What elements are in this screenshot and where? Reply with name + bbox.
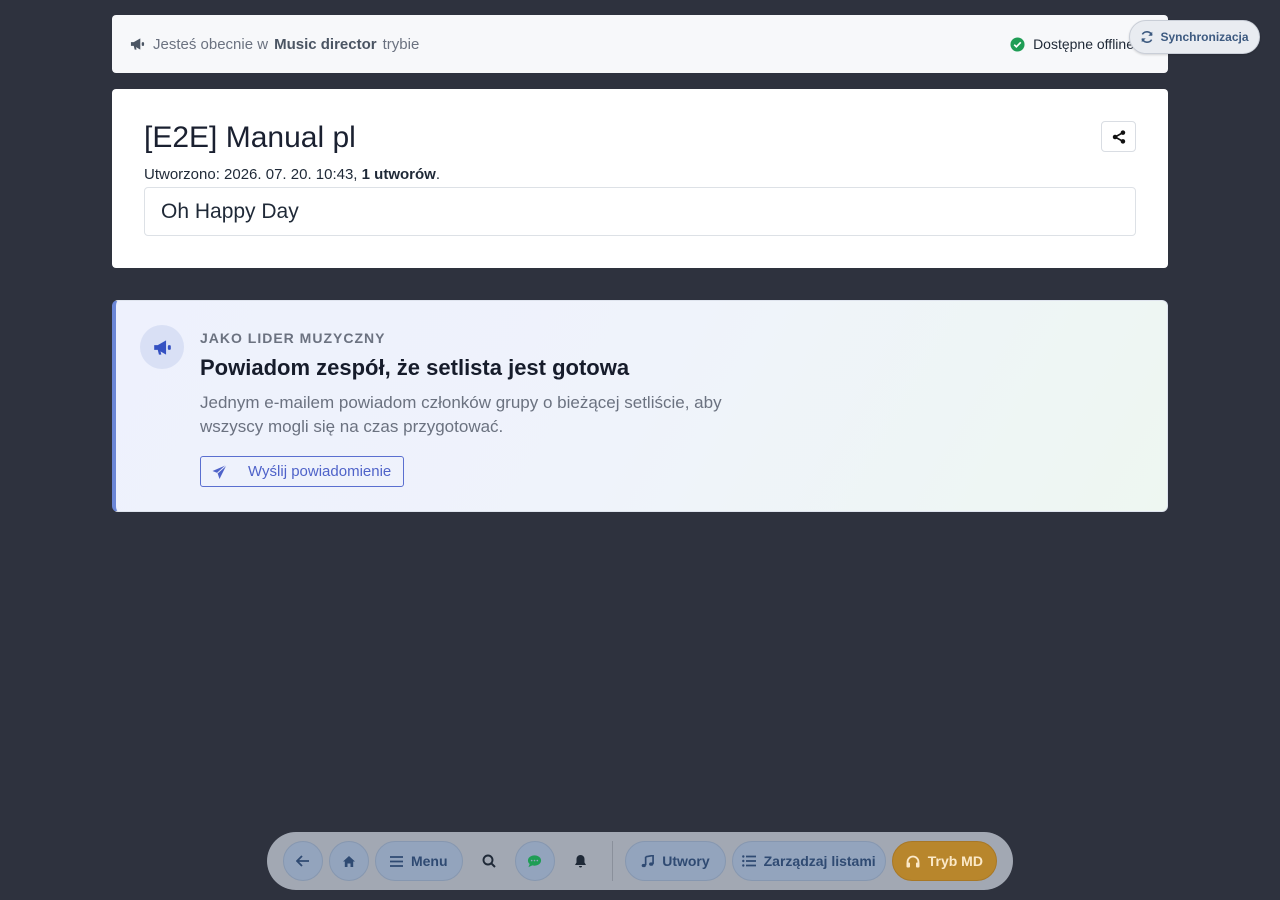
sync-label: Synchronizacja [1160,30,1249,44]
songs-label: Utwory [662,853,710,869]
setlist-meta: Utworzono: 2026. 07. 20. 10:43, 1 utworó… [144,166,1136,183]
list-icon [741,855,756,867]
song-count: 1 utworów [361,166,436,183]
megaphone-icon [130,37,145,51]
sync-button[interactable]: Synchronizacja [1129,20,1260,54]
home-icon [342,855,356,868]
songs-button[interactable]: Utwory [625,841,726,881]
mode-prefix: Jesteś obecnie w [153,35,269,53]
created-date: Utworzono: 2026. 07. 20. 10:43, [144,166,358,183]
send-notification-button[interactable]: Wyślij powiadomienie [200,456,404,487]
share-icon [1112,129,1126,144]
hamburger-icon [389,855,403,867]
check-circle-icon [1010,36,1025,52]
share-button[interactable] [1101,121,1136,152]
notifications-button[interactable] [561,841,601,881]
bell-icon [574,854,587,868]
notify-eyebrow: JAKO LIDER MUZYCZNY [200,330,386,346]
md-mode-label: Tryb MD [927,853,983,869]
manage-lists-button[interactable]: Zarządzaj listami [731,841,886,881]
list-item[interactable]: Oh Happy Day [144,187,1136,236]
paper-plane-icon [211,464,228,480]
music-note-icon [641,854,655,868]
song-count-suffix: . [435,166,440,183]
back-button[interactable] [283,841,323,881]
mode-banner: Jesteś obecnie w Music director trybie D… [112,15,1168,73]
dock-divider [612,841,614,881]
arrow-left-icon [295,855,310,867]
mode-name: Music director [274,35,377,53]
notify-panel: JAKO LIDER MUZYCZNY Powiadom zespół, że … [112,300,1168,512]
notify-bubble [140,325,184,369]
chat-button[interactable] [514,841,555,881]
song-title: Oh Happy Day [161,199,299,223]
megaphone-icon [153,339,172,356]
setlist-title: [E2E] Manual pl [144,121,356,154]
chat-icon [527,854,542,868]
md-mode-button[interactable]: Tryb MD [891,841,998,881]
refresh-icon [1140,30,1154,44]
notify-heading: Powiadom zespół, że setlista jest gotowa [200,355,630,380]
menu-button[interactable]: Menu [374,841,463,881]
bottom-dock: Menu Utwory Zarządzaj listami Tryb MD [267,832,1013,890]
search-button[interactable] [469,841,509,881]
notify-description: Jednym e-mailem powiadom członków grupy … [200,393,722,436]
headphones-icon [906,855,920,868]
home-button[interactable] [328,841,369,881]
offline-label: Dostępne offline [1033,36,1134,52]
manage-lists-label: Zarządzaj listami [763,853,876,869]
mode-info: Jesteś obecnie w Music director trybie [130,36,419,53]
notify-content: JAKO LIDER MUZYCZNY Powiadom zespół, że … [200,330,800,487]
setlist-card: [E2E] Manual pl Utworzono: 2026. 07. 20.… [112,89,1168,268]
menu-label: Menu [410,853,448,869]
mode-suffix: trybie [382,35,420,53]
search-icon [482,854,496,868]
offline-status: Dostępne offline [1010,36,1134,52]
send-notification-label: Wyślij powiadomienie [248,463,392,480]
